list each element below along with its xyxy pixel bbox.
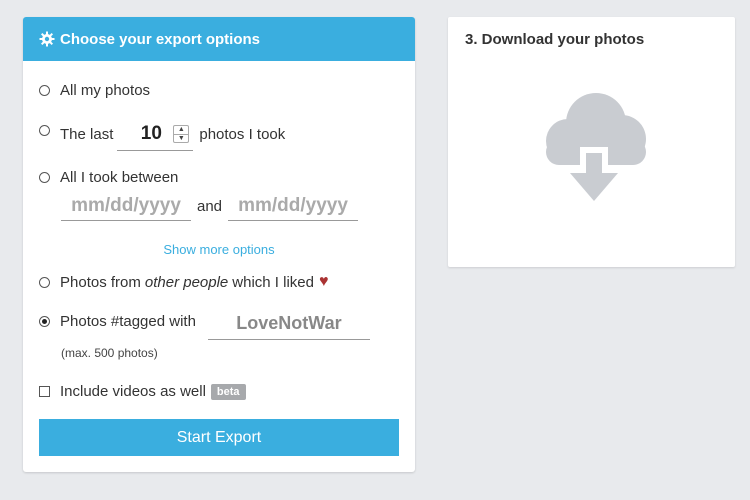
export-options-title: Choose your export options — [60, 30, 261, 48]
option-between-label: All I took between — [60, 169, 179, 186]
heart-icon: ♥ — [318, 273, 329, 290]
option-last-photos[interactable]: The last 10 ▲ ▼ photos I took — [39, 118, 285, 151]
download-panel: 3. Download your photos — [448, 17, 735, 267]
include-videos-checkbox[interactable] — [39, 386, 50, 397]
radio-liked-photos[interactable] — [39, 276, 50, 288]
date-and-label: and — [197, 197, 223, 215]
option-last-prefix: The last — [60, 126, 114, 143]
show-more-options-link[interactable]: Show more options — [163, 242, 274, 257]
option-all-photos-label: All my photos — [60, 82, 151, 99]
last-count-stepper[interactable]: 10 ▲ ▼ — [117, 118, 194, 151]
option-liked-photos[interactable]: Photos from other people which I liked ♥ — [39, 273, 328, 291]
option-all-photos[interactable]: All my photos — [39, 82, 150, 99]
stepper-up-icon[interactable]: ▲ — [174, 126, 189, 135]
stepper-down-icon[interactable]: ▼ — [174, 135, 188, 143]
radio-all-photos[interactable] — [39, 85, 50, 96]
date-to-input[interactable] — [228, 191, 359, 221]
stepper-arrows[interactable]: ▲ ▼ — [173, 125, 190, 143]
option-liked-em: other people — [144, 273, 229, 291]
tag-input[interactable] — [207, 308, 370, 340]
radio-between-dates[interactable] — [39, 172, 50, 183]
start-export-button[interactable]: Start Export — [39, 419, 399, 456]
last-count-value[interactable]: 10 — [117, 123, 173, 145]
export-options-header: Choose your export options — [23, 17, 415, 61]
date-range-row: and — [61, 191, 359, 221]
radio-last-photos[interactable] — [39, 125, 50, 136]
tag-note: (max. 500 photos) — [61, 346, 158, 360]
show-more-row: Show more options — [23, 241, 415, 259]
gear-icon — [39, 31, 55, 47]
include-videos-label: Include videos as well — [60, 383, 206, 400]
option-tagged-photos[interactable]: Photos #tagged with — [39, 308, 370, 340]
download-title: 3. Download your photos — [465, 31, 645, 48]
export-options-panel: Choose your export options All my photos… — [23, 17, 415, 472]
include-videos-option[interactable]: Include videos as well beta — [39, 383, 246, 400]
beta-badge: beta — [210, 383, 246, 400]
date-from-input[interactable] — [61, 191, 191, 221]
option-between-dates[interactable]: All I took between — [39, 169, 178, 186]
option-liked-prefix: Photos from — [60, 273, 141, 291]
option-tagged-label: Photos #tagged with — [60, 312, 196, 330]
cloud-download-icon — [534, 93, 650, 210]
radio-tagged-photos[interactable] — [39, 315, 50, 327]
option-liked-suffix: which I liked — [232, 273, 314, 291]
option-last-suffix: photos I took — [199, 126, 286, 143]
